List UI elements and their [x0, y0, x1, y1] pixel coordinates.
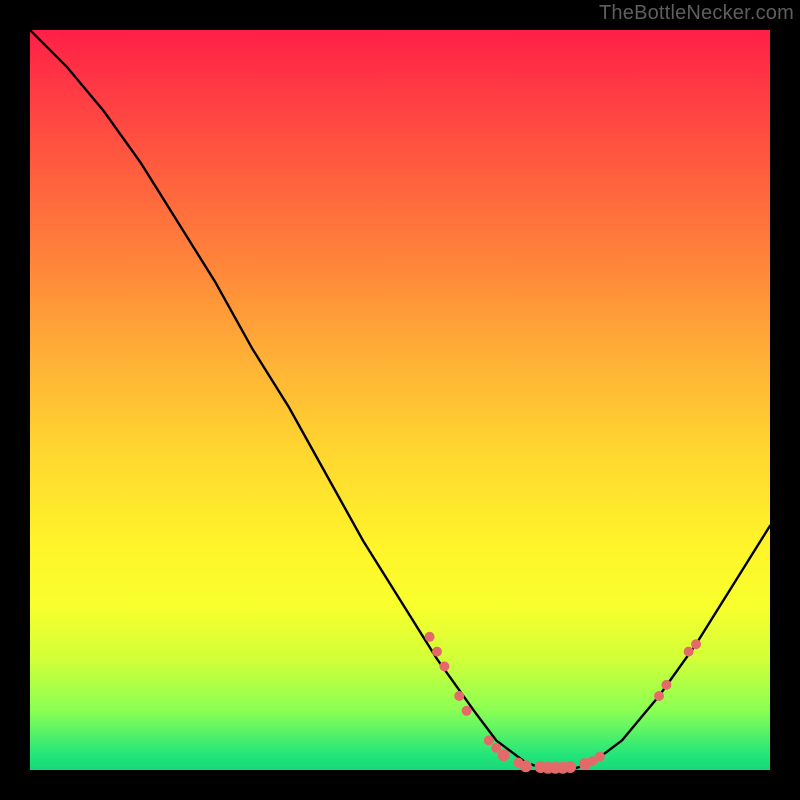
chart-frame: TheBottleNecker.com: [0, 0, 800, 800]
curve-marker: [564, 761, 576, 773]
curve-marker: [498, 749, 510, 761]
curve-marker: [432, 647, 442, 657]
curve-marker: [595, 752, 605, 762]
curve-marker: [684, 647, 694, 657]
curve-marker: [484, 735, 494, 745]
curve-marker: [439, 661, 449, 671]
curve-marker: [454, 691, 464, 701]
watermark-text: TheBottleNecker.com: [599, 2, 794, 25]
bottleneck-curve: [30, 30, 770, 770]
curve-markers: [425, 632, 701, 774]
curve-marker: [520, 760, 532, 772]
curve-marker: [425, 632, 435, 642]
curve-marker: [661, 680, 671, 690]
curve-marker: [691, 639, 701, 649]
curve-marker: [654, 691, 664, 701]
curve-svg: [30, 30, 770, 770]
plot-area: [30, 30, 770, 770]
curve-marker: [462, 706, 472, 716]
